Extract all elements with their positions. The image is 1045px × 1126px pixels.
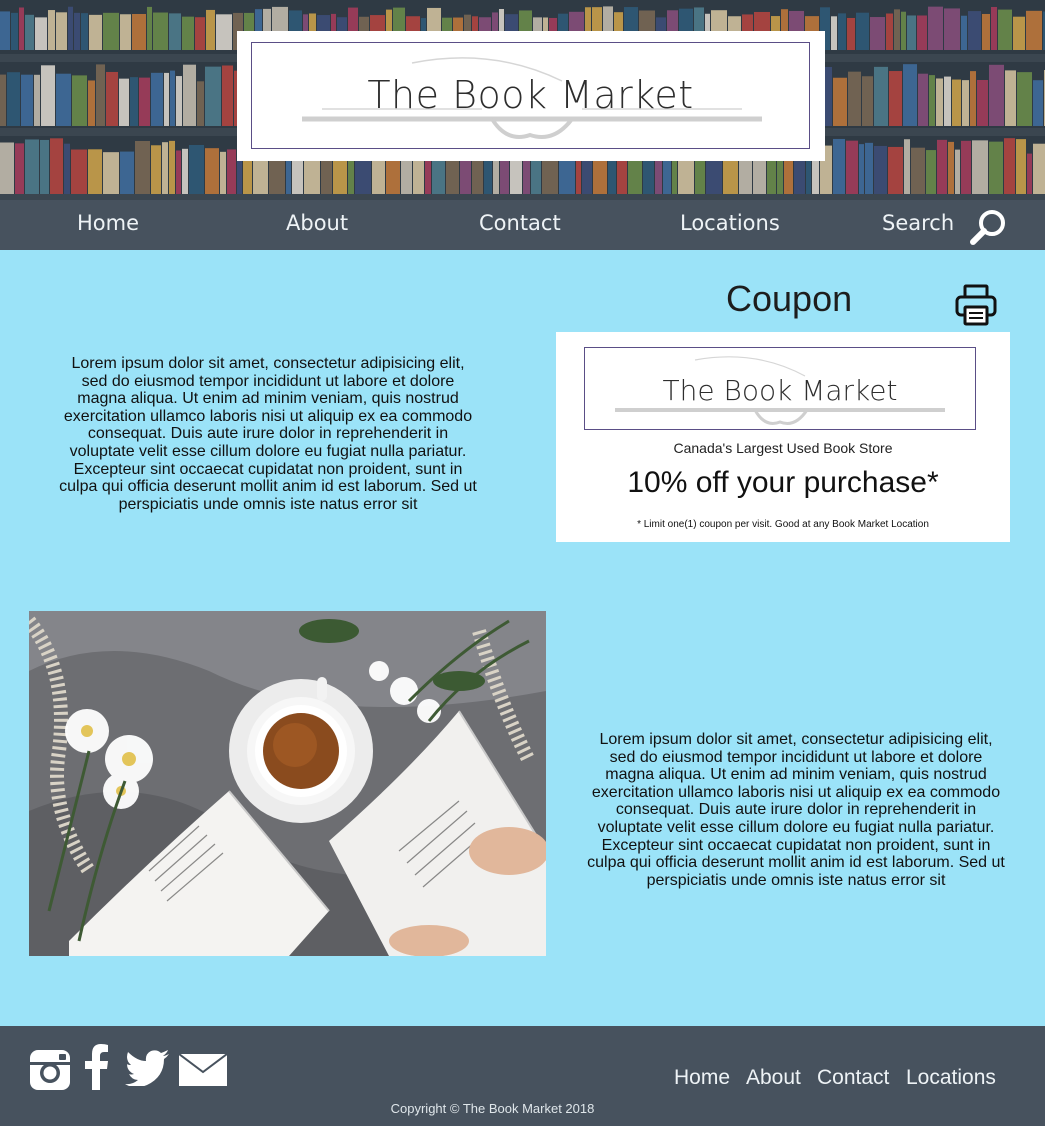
header-banner: The Book Market bbox=[0, 0, 1045, 200]
footer-link-locations[interactable]: Locations bbox=[906, 1066, 996, 1090]
printer-icon[interactable] bbox=[954, 283, 998, 327]
site-logo[interactable]: The Book Market bbox=[237, 31, 825, 161]
facebook-icon[interactable] bbox=[85, 1044, 109, 1090]
coupon-card: The Book Market Canada's Largest Used Bo… bbox=[556, 332, 1010, 542]
twitter-icon[interactable] bbox=[125, 1050, 169, 1086]
nav-contact[interactable]: Contact bbox=[479, 211, 561, 235]
site-footer: Home About Contact Locations Copyright ©… bbox=[0, 1026, 1045, 1126]
coupon-offer: 10% off your purchase* bbox=[627, 466, 939, 499]
main-nav: Home About Contact Locations Search bbox=[0, 200, 1045, 250]
coupon-heading: Coupon bbox=[726, 278, 853, 319]
coupon-tagline: Canada's Largest Used Book Store bbox=[673, 440, 893, 456]
instagram-icon[interactable] bbox=[30, 1050, 70, 1090]
search-icon[interactable] bbox=[968, 206, 1010, 248]
coupon-fine-print: * Limit one(1) coupon per visit. Good at… bbox=[637, 519, 929, 530]
nav-about[interactable]: About bbox=[286, 211, 348, 235]
footer-link-contact[interactable]: Contact bbox=[817, 1066, 889, 1090]
tea-and-books-photo bbox=[29, 611, 546, 956]
intro-paragraph: Lorem ipsum dolor sit amet, consectetur … bbox=[59, 355, 477, 513]
logo-text: The Book Market bbox=[367, 73, 694, 117]
coupon-logo: The Book Market bbox=[584, 347, 976, 430]
footer-link-about[interactable]: About bbox=[746, 1066, 801, 1090]
nav-search[interactable]: Search bbox=[882, 211, 954, 235]
email-icon[interactable] bbox=[179, 1054, 227, 1086]
nav-home[interactable]: Home bbox=[77, 211, 139, 235]
logo-frame: The Book Market bbox=[251, 42, 810, 149]
copyright-text: Copyright © The Book Market 2018 bbox=[390, 1101, 595, 1116]
nav-locations[interactable]: Locations bbox=[680, 211, 780, 235]
coupon-logo-text: The Book Market bbox=[662, 374, 898, 407]
footer-link-home[interactable]: Home bbox=[674, 1066, 730, 1090]
secondary-paragraph: Lorem ipsum dolor sit amet, consectetur … bbox=[587, 731, 1005, 889]
